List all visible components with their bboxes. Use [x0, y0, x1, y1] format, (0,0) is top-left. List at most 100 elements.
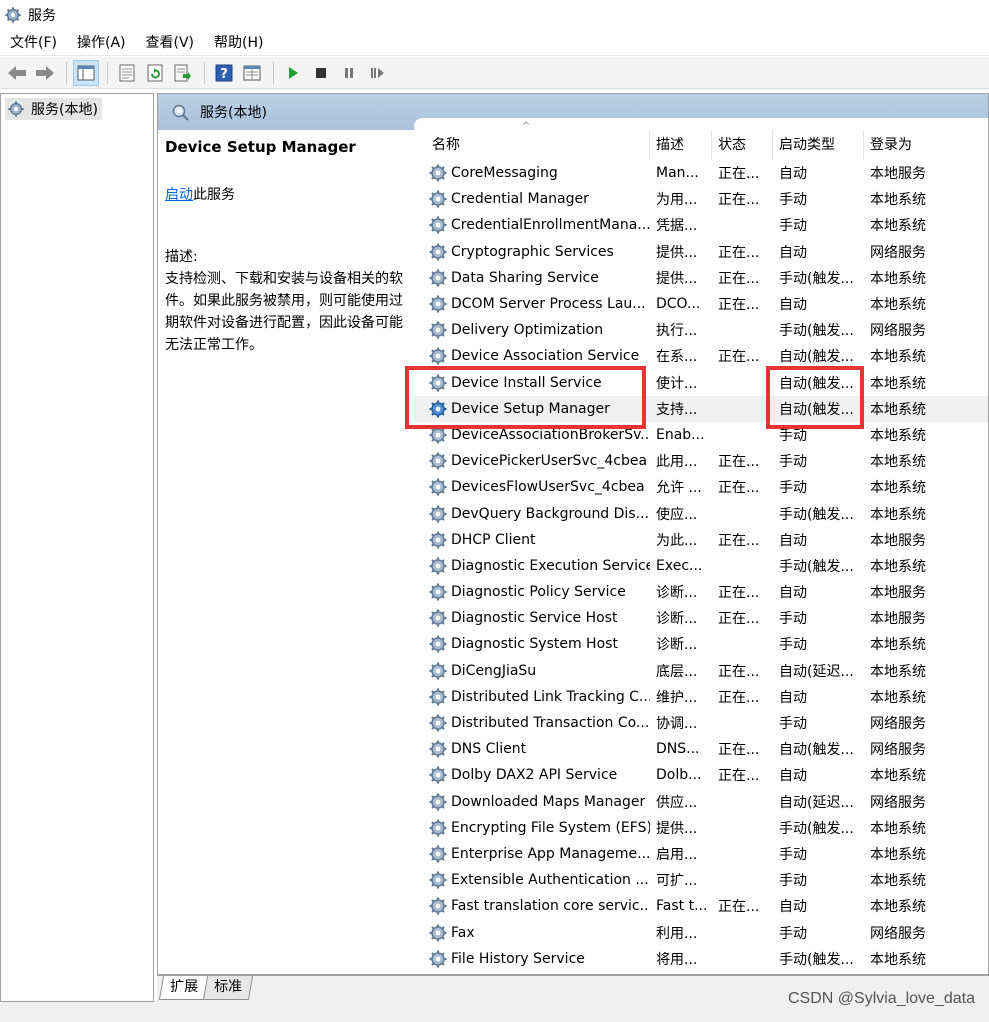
service-row[interactable]: Diagnostic Execution Service Exec... 手动(触发… [414, 553, 988, 579]
start-service-button[interactable] [280, 60, 306, 86]
tab-standard[interactable]: 标准 [202, 976, 254, 1000]
service-log-on-as: 本地系统 [870, 768, 926, 785]
service-log-on-as: 本地系统 [870, 846, 926, 863]
service-row[interactable]: DevicesFlowUserSvc_4cbea 允许 ... 正在... 手动 本地系… [414, 474, 988, 500]
tab-standard-label: 标准 [214, 979, 243, 995]
service-row[interactable]: Credential Manager 为用... 正在... 手动 本地系统 [414, 186, 988, 212]
service-gear-icon [429, 269, 447, 287]
service-status [712, 815, 773, 841]
service-name-cell: File History Service [414, 946, 650, 972]
service-name-cell: Cryptographic Services [414, 239, 650, 265]
service-gear-icon [429, 950, 447, 968]
menu-file[interactable]: 文件(F) [0, 30, 67, 56]
service-row[interactable]: Distributed Link Tracking C... 维护... 正在...… [414, 684, 988, 710]
back-button[interactable] [4, 60, 30, 86]
pause-service-button[interactable] [336, 60, 362, 86]
service-status [712, 710, 773, 736]
service-log-on-as: 本地系统 [870, 349, 926, 366]
forward-button[interactable] [32, 60, 58, 86]
service-row[interactable]: DNS Client DNS... 正在... 自动(触发... 网络服务 [414, 736, 988, 762]
properties-button[interactable] [114, 60, 140, 86]
service-row[interactable]: DevQuery Background Dis... 使应... 手动(触发... 本… [414, 500, 988, 526]
service-description: DCO... [656, 296, 701, 313]
service-log-on-as: 本地系统 [870, 454, 926, 471]
service-row[interactable]: Distributed Transaction Co... 协调... 手动 网络服务 [414, 710, 988, 736]
service-startup-type: 自动(触发... [779, 742, 854, 759]
service-status [712, 789, 773, 815]
service-startup-type: 手动 [779, 925, 807, 942]
service-startup-type: 手动 [779, 218, 807, 235]
service-name-cell: CoreMessaging [414, 160, 650, 186]
menu-help[interactable]: 帮助(H) [204, 30, 273, 56]
service-row[interactable]: Extensible Authentication ... 可扩... 手动 本地系统 [414, 867, 988, 893]
service-gear-icon [429, 557, 447, 575]
service-row[interactable]: File History Service 将用... 手动(触发... 本地系统 [414, 946, 988, 972]
service-name: Fast translation core servic... [451, 898, 650, 915]
service-status [712, 867, 773, 893]
service-gear-icon [429, 295, 447, 313]
service-row[interactable]: DCOM Server Process Lau... DCO... 正在... 自动 本… [414, 291, 988, 317]
refresh-button[interactable] [142, 60, 168, 86]
service-row[interactable]: Diagnostic Service Host 诊断... 正在... 手动 本地服务 [414, 605, 988, 631]
service-row[interactable]: Enterprise App Manageme... 启用... 手动 本地系统 [414, 841, 988, 867]
start-service-suffix: 此服务 [193, 187, 235, 203]
column-header-status[interactable]: 状态 [712, 130, 773, 160]
service-description: 协调... [656, 716, 698, 733]
service-row[interactable]: Data Sharing Service 提供... 正在... 手动(触发... 本地… [414, 265, 988, 291]
service-log-on-as: 本地系统 [870, 375, 926, 392]
console-view-icon [243, 65, 261, 80]
service-status [712, 422, 773, 448]
service-row[interactable]: Diagnostic System Host 诊断... 手动 本地系统 [414, 631, 988, 657]
service-description: 凭据... [656, 218, 698, 235]
service-status: 正在... [718, 532, 760, 549]
service-name: Fax [451, 924, 475, 941]
service-row[interactable]: DevicePickerUserSvc_4cbea 此用... 正在... 手动 本地系… [414, 448, 988, 474]
resume-service-button[interactable] [364, 60, 390, 86]
service-row[interactable]: Fax 利用... 手动 网络服务 [414, 919, 988, 945]
help-button[interactable]: ? [211, 60, 237, 86]
service-log-on-as: 网络服务 [870, 323, 926, 340]
service-row[interactable]: Dolby DAX2 API Service Dolb... 正在... 自动 本地系统 [414, 762, 988, 788]
menu-view[interactable]: 查看(V) [136, 30, 205, 56]
service-status [712, 919, 773, 945]
service-gear-icon [429, 243, 447, 261]
service-status [712, 841, 773, 867]
service-name-cell: Device Association Service [414, 343, 650, 369]
column-header-log-on-as[interactable]: 登录为 [864, 130, 988, 160]
service-row[interactable]: Diagnostic Policy Service 诊断... 正在... 自动 本地服… [414, 579, 988, 605]
service-description: Fast t... [656, 898, 708, 915]
service-gear-icon [429, 609, 447, 627]
service-row[interactable]: CoreMessaging Man... 正在... 自动 本地服务 [414, 160, 988, 186]
stop-service-button[interactable] [308, 60, 334, 86]
menu-action[interactable]: 操作(A) [67, 30, 136, 56]
service-row[interactable]: DiCengJiaSu 底层... 正在... 自动(延迟... 本地系统 [414, 658, 988, 684]
console-view-button[interactable] [239, 60, 265, 86]
export-list-button[interactable] [170, 60, 196, 86]
start-service-link[interactable]: 启动 [165, 187, 193, 203]
service-row[interactable]: Device Install Service 使计... 自动(触发... 本地系统 [414, 370, 988, 396]
service-row[interactable]: Downloaded Maps Manager 供应... 自动(延迟... 网络服务 [414, 789, 988, 815]
service-row[interactable]: DeviceAssociationBrokerSv... Enab... 手动 本地系… [414, 422, 988, 448]
service-status: 正在... [718, 454, 760, 471]
service-status: 正在... [718, 480, 760, 497]
column-header-name[interactable]: ^ 名称 [414, 122, 650, 160]
properties-icon [119, 64, 135, 81]
service-row[interactable]: DHCP Client 为此... 正在... 自动 本地服务 [414, 527, 988, 553]
service-row[interactable]: Delivery Optimization 执行... 手动(触发... 网络服务 [414, 317, 988, 343]
column-header-startup-type[interactable]: 启动类型 [773, 130, 864, 160]
service-row[interactable]: Cryptographic Services 提供... 正在... 自动 网络服务 [414, 239, 988, 265]
service-row[interactable]: Fast translation core servic... Fast t...… [414, 893, 988, 919]
service-description: 利用... [656, 925, 698, 942]
column-header-description[interactable]: 描述 [650, 130, 712, 160]
tree-item-services-local[interactable]: 服务(本地) [5, 98, 102, 120]
service-status: 正在... [718, 349, 760, 366]
service-startup-type: 手动 [779, 846, 807, 863]
service-row[interactable]: Device Setup Manager 支持... 自动(触发... 本地系统 [414, 395, 988, 422]
service-status: 正在... [718, 270, 760, 287]
service-row[interactable]: Encrypting File System (EFS) 提供... 手动(触发..… [414, 815, 988, 841]
show-tree-button[interactable] [73, 59, 99, 86]
service-row[interactable]: CredentialEnrollmentMana... 凭据... 手动 本地系统 [414, 212, 988, 238]
tab-extended[interactable]: 扩展 [158, 976, 210, 1000]
service-row[interactable]: Device Association Service 在系... 正在... 自动(触… [414, 343, 988, 369]
service-description: Enab... [656, 426, 705, 443]
